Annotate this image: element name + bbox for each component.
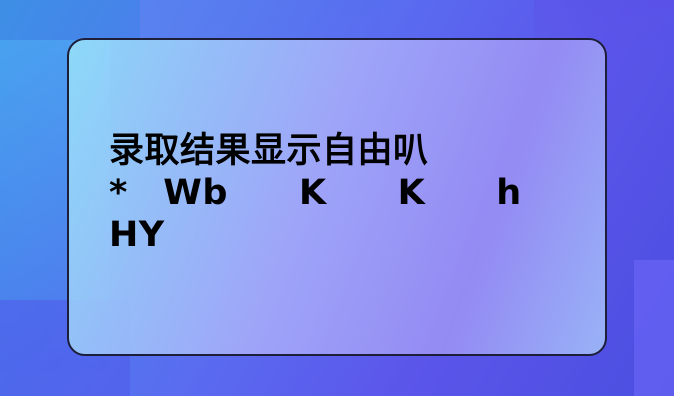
background-block-top [140,0,380,40]
title-card: 录取结果显示自由叭 * Wb K K h HY [67,38,607,356]
background-block-right [634,260,674,396]
card-title: 录取结果显示自由叭 * Wb K K h HY [109,131,593,255]
